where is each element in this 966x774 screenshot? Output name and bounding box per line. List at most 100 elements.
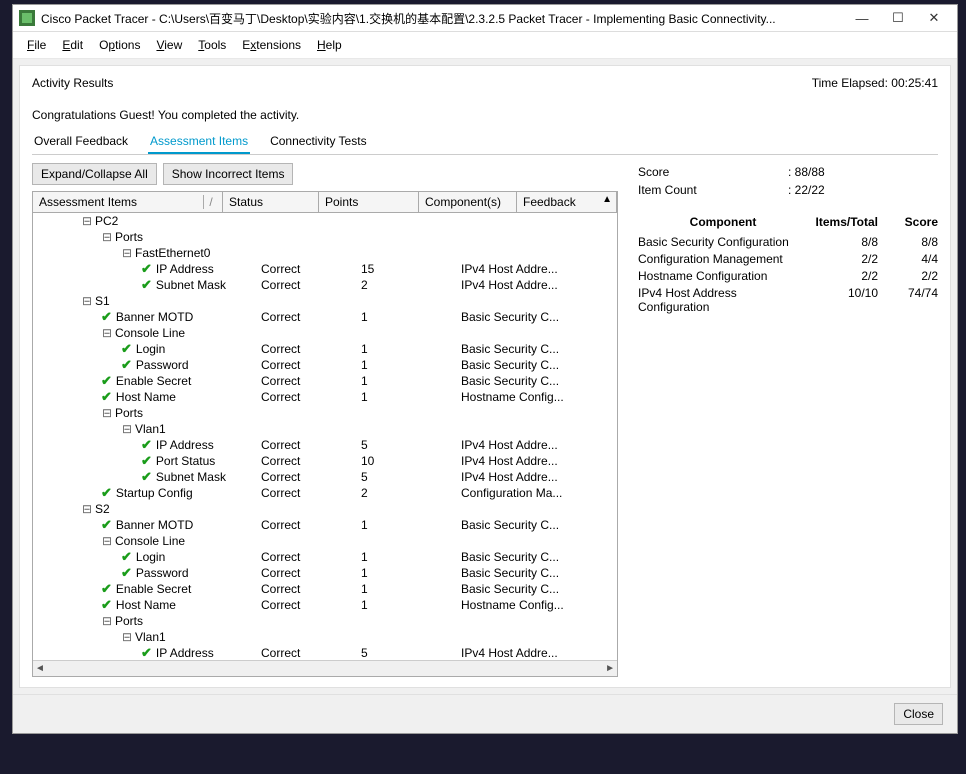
collapse-icon[interactable]: ⊟ bbox=[121, 246, 133, 260]
tree-row[interactable]: ✔Port StatusCorrect10IPv4 Host Addre... bbox=[33, 453, 617, 469]
component-text: Basic Security C... bbox=[461, 550, 559, 564]
tree-row[interactable]: ✔Host NameCorrect1Hostname Config... bbox=[33, 389, 617, 405]
horizontal-scrollbar[interactable]: ◄ ► bbox=[33, 660, 617, 676]
tree-row[interactable]: ⊟Console Line bbox=[33, 325, 617, 341]
time-elapsed: Time Elapsed: 00:25:41 bbox=[812, 76, 938, 90]
tree-label: Banner MOTD bbox=[116, 310, 193, 324]
tree-row[interactable]: ⊟Vlan1 bbox=[33, 629, 617, 645]
tree-row[interactable]: ✔IP AddressCorrect15IPv4 Host Addre... bbox=[33, 261, 617, 277]
maximize-button[interactable]: ☐ bbox=[889, 9, 907, 27]
check-icon: ✔ bbox=[141, 645, 152, 661]
tree-label: Subnet Mask bbox=[156, 278, 226, 292]
status-text: Correct bbox=[261, 454, 300, 468]
status-text: Correct bbox=[261, 278, 300, 292]
tree-row[interactable]: ✔LoginCorrect1Basic Security C... bbox=[33, 341, 617, 357]
component-text: Basic Security C... bbox=[461, 342, 559, 356]
col-assessment-items[interactable]: Assessment Items / bbox=[33, 192, 223, 212]
tree-row[interactable]: ✔IP AddressCorrect5IPv4 Host Addre... bbox=[33, 645, 617, 661]
col-components[interactable]: Component(s) bbox=[419, 192, 517, 212]
tree-row[interactable]: ⊟Ports bbox=[33, 613, 617, 629]
assessment-tree[interactable]: ⊟PC2⊟Ports⊟FastEthernet0✔IP AddressCorre… bbox=[33, 213, 617, 676]
menu-options[interactable]: Options bbox=[93, 36, 146, 54]
tab-bar: Overall Feedback Assessment Items Connec… bbox=[32, 132, 938, 155]
component-text: Basic Security C... bbox=[461, 374, 559, 388]
tab-connectivity-tests[interactable]: Connectivity Tests bbox=[268, 132, 369, 154]
tree-row[interactable]: ✔PasswordCorrect1Basic Security C... bbox=[33, 357, 617, 373]
collapse-icon[interactable]: ⊟ bbox=[101, 406, 113, 420]
tree-label: Startup Config bbox=[116, 486, 193, 500]
close-button[interactable]: Close bbox=[894, 703, 943, 725]
tree-row[interactable]: ⊟Vlan1 bbox=[33, 421, 617, 437]
tree-row[interactable]: ✔Banner MOTDCorrect1Basic Security C... bbox=[33, 517, 617, 533]
component-items: 2/2 bbox=[808, 269, 878, 283]
component-text: Basic Security C... bbox=[461, 582, 559, 596]
menu-view[interactable]: View bbox=[150, 36, 188, 54]
col-status[interactable]: Status bbox=[223, 192, 319, 212]
tree-row[interactable]: ✔Banner MOTDCorrect1Basic Security C... bbox=[33, 309, 617, 325]
tree-row[interactable]: ⊟FastEthernet0 bbox=[33, 245, 617, 261]
component-text: IPv4 Host Addre... bbox=[461, 262, 558, 276]
tree-row[interactable]: ⊟S2 bbox=[33, 501, 617, 517]
tree-row[interactable]: ✔Enable SecretCorrect1Basic Security C..… bbox=[33, 373, 617, 389]
menu-extensions[interactable]: Extensions bbox=[236, 36, 307, 54]
tree-label: Login bbox=[136, 342, 165, 356]
points-text: 1 bbox=[361, 598, 368, 612]
tree-row[interactable]: ⊟S1 bbox=[33, 293, 617, 309]
titlebar[interactable]: Cisco Packet Tracer - C:\Users\百变马丁\Desk… bbox=[13, 5, 957, 32]
menu-help[interactable]: Help bbox=[311, 36, 348, 54]
points-text: 5 bbox=[361, 646, 368, 660]
points-text: 1 bbox=[361, 566, 368, 580]
close-window-button[interactable]: ✕ bbox=[925, 9, 943, 27]
tree-row[interactable]: ✔Subnet MaskCorrect5IPv4 Host Addre... bbox=[33, 469, 617, 485]
points-text: 15 bbox=[361, 262, 374, 276]
menu-file[interactable]: File bbox=[21, 36, 52, 54]
tree-row[interactable]: ✔Host NameCorrect1Hostname Config... bbox=[33, 597, 617, 613]
tree-row[interactable]: ⊟Ports bbox=[33, 405, 617, 421]
tab-assessment-items[interactable]: Assessment Items bbox=[148, 132, 250, 154]
collapse-icon[interactable]: ⊟ bbox=[81, 502, 93, 516]
tab-overall-feedback[interactable]: Overall Feedback bbox=[32, 132, 130, 154]
tree-label: Enable Secret bbox=[116, 582, 191, 596]
tree-row[interactable]: ✔LoginCorrect1Basic Security C... bbox=[33, 549, 617, 565]
collapse-icon[interactable]: ⊟ bbox=[101, 230, 113, 244]
tree-label: Ports bbox=[115, 406, 143, 420]
component-text: Configuration Ma... bbox=[461, 486, 562, 500]
tree-row[interactable]: ⊟Ports bbox=[33, 229, 617, 245]
component-text: Basic Security C... bbox=[461, 310, 559, 324]
tree-row[interactable]: ✔Enable SecretCorrect1Basic Security C..… bbox=[33, 581, 617, 597]
scroll-right-icon[interactable]: ► bbox=[605, 663, 615, 674]
collapse-icon[interactable]: ⊟ bbox=[121, 630, 133, 644]
collapse-icon[interactable]: ⊟ bbox=[81, 214, 93, 228]
collapse-icon[interactable]: ⊟ bbox=[101, 326, 113, 340]
window-title: Cisco Packet Tracer - C:\Users\百变马丁\Desk… bbox=[41, 10, 853, 27]
tree-label: Enable Secret bbox=[116, 374, 191, 388]
tree-row[interactable]: ✔Subnet MaskCorrect2IPv4 Host Addre... bbox=[33, 277, 617, 293]
points-text: 1 bbox=[361, 582, 368, 596]
col-items-total: Items/Total bbox=[808, 215, 878, 229]
status-text: Correct bbox=[261, 582, 300, 596]
collapse-icon[interactable]: ⊟ bbox=[81, 294, 93, 308]
tree-row[interactable]: ✔PasswordCorrect1Basic Security C... bbox=[33, 565, 617, 581]
tree-label: Login bbox=[136, 550, 165, 564]
tree-row[interactable]: ✔IP AddressCorrect5IPv4 Host Addre... bbox=[33, 437, 617, 453]
col-feedback[interactable]: Feedback▲ bbox=[517, 192, 617, 212]
col-points[interactable]: Points bbox=[319, 192, 419, 212]
collapse-icon[interactable]: ⊟ bbox=[101, 534, 113, 548]
minimize-button[interactable]: — bbox=[853, 9, 871, 27]
scroll-left-icon[interactable]: ◄ bbox=[35, 663, 45, 674]
tree-row[interactable]: ⊟PC2 bbox=[33, 213, 617, 229]
footer: Close bbox=[13, 694, 957, 733]
collapse-icon[interactable]: ⊟ bbox=[101, 614, 113, 628]
component-items: 2/2 bbox=[808, 252, 878, 266]
tree-row[interactable]: ⊟Console Line bbox=[33, 533, 617, 549]
show-incorrect-button[interactable]: Show Incorrect Items bbox=[163, 163, 294, 185]
status-text: Correct bbox=[261, 550, 300, 564]
points-text: 1 bbox=[361, 342, 368, 356]
tree-row[interactable]: ✔Startup ConfigCorrect2Configuration Ma.… bbox=[33, 485, 617, 501]
expand-collapse-button[interactable]: Expand/Collapse All bbox=[32, 163, 157, 185]
menu-tools[interactable]: Tools bbox=[192, 36, 232, 54]
collapse-icon[interactable]: ⊟ bbox=[121, 422, 133, 436]
menu-edit[interactable]: Edit bbox=[56, 36, 89, 54]
component-score: 74/74 bbox=[878, 286, 938, 314]
status-text: Correct bbox=[261, 646, 300, 660]
